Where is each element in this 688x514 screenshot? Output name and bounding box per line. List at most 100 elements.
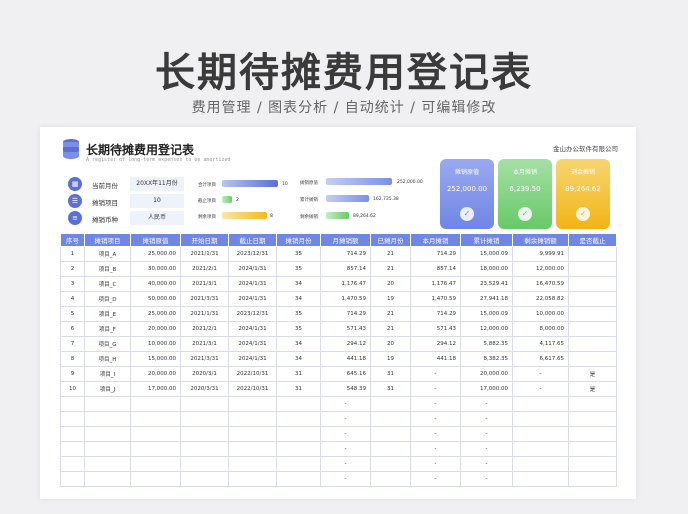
table-cell[interactable]: 3 (60, 276, 85, 292)
table-cell[interactable] (568, 276, 617, 292)
table-cell[interactable]: 2021/3/1 (180, 276, 229, 292)
table-cell[interactable]: 22,058.82 (512, 291, 569, 307)
table-cell[interactable]: 35 (276, 321, 321, 337)
table-cell[interactable]: 10,000.00 (130, 336, 181, 352)
table-cell[interactable]: 35 (276, 306, 321, 322)
table-cell[interactable] (568, 411, 617, 427)
count-value[interactable]: 10 (130, 194, 184, 208)
table-cell[interactable] (370, 411, 411, 427)
table-cell[interactable] (568, 336, 617, 352)
table-cell[interactable]: 2020/3/31 (180, 381, 229, 397)
table-cell[interactable]: 10 (60, 381, 85, 397)
table-cell[interactable] (276, 441, 321, 457)
table-cell[interactable] (568, 396, 617, 412)
table-cell[interactable]: 19 (370, 351, 411, 367)
table-cell[interactable]: 9,999.91 (512, 246, 569, 262)
table-cell[interactable] (180, 411, 229, 427)
table-cell[interactable]: 18,000.00 (460, 261, 513, 277)
table-cell[interactable]: - (320, 396, 371, 412)
table-cell[interactable]: 1,470.59 (320, 291, 371, 307)
table-cell[interactable] (276, 396, 321, 412)
table-cell[interactable]: 25,000.00 (130, 246, 181, 262)
table-cell[interactable]: 项目_D (84, 291, 131, 307)
table-cell[interactable]: 8,000.00 (512, 321, 569, 337)
table-cell[interactable]: 21 (370, 261, 411, 277)
column-header[interactable]: 开始日期 (180, 233, 229, 247)
table-cell[interactable]: 571.43 (320, 321, 371, 337)
table-cell[interactable] (60, 471, 85, 487)
table-cell[interactable]: 714.29 (410, 306, 461, 322)
table-cell[interactable] (512, 396, 569, 412)
table-cell[interactable]: 7 (60, 336, 85, 352)
column-header[interactable]: 是否截止 (568, 233, 617, 247)
table-cell[interactable]: 2022/10/31 (228, 381, 277, 397)
table-cell[interactable] (180, 456, 229, 472)
table-cell[interactable]: 31 (276, 381, 321, 397)
table-cell[interactable]: 857.14 (320, 261, 371, 277)
table-cell[interactable]: - (320, 456, 371, 472)
table-cell[interactable] (60, 396, 85, 412)
table-cell[interactable]: 1,470.59 (410, 291, 461, 307)
table-cell[interactable]: 4,117.65 (512, 336, 569, 352)
table-cell[interactable] (130, 471, 181, 487)
table-cell[interactable]: 项目_I (84, 366, 131, 382)
table-cell[interactable]: - (410, 366, 461, 382)
table-cell[interactable]: 15,000.09 (460, 246, 513, 262)
table-cell[interactable] (568, 306, 617, 322)
table-cell[interactable]: 项目_C (84, 276, 131, 292)
table-cell[interactable]: 294.12 (320, 336, 371, 352)
table-cell[interactable]: - (320, 426, 371, 442)
table-cell[interactable]: 9 (60, 366, 85, 382)
table-cell[interactable]: - (320, 411, 371, 427)
table-cell[interactable]: - (460, 456, 513, 472)
table-cell[interactable] (130, 426, 181, 442)
table-cell[interactable]: 645.16 (320, 366, 371, 382)
table-cell[interactable]: - (512, 366, 569, 382)
table-cell[interactable]: 是 (568, 381, 617, 397)
table-cell[interactable] (512, 456, 569, 472)
table-cell[interactable]: 20 (370, 336, 411, 352)
table-cell[interactable] (568, 441, 617, 457)
table-cell[interactable]: 2021/1/31 (180, 306, 229, 322)
table-cell[interactable]: 项目_E (84, 306, 131, 322)
table-cell[interactable] (370, 441, 411, 457)
table-cell[interactable]: 项目_B (84, 261, 131, 277)
table-cell[interactable] (228, 471, 277, 487)
table-cell[interactable]: 27,941.18 (460, 291, 513, 307)
table-cell[interactable]: - (460, 426, 513, 442)
table-cell[interactable]: 571.43 (410, 321, 461, 337)
table-cell[interactable]: 15,000.00 (130, 351, 181, 367)
table-cell[interactable]: 21 (370, 306, 411, 322)
table-cell[interactable]: - (410, 396, 461, 412)
table-cell[interactable]: 25,000.00 (130, 306, 181, 322)
table-cell[interactable] (228, 441, 277, 457)
table-cell[interactable]: - (460, 441, 513, 457)
table-cell[interactable]: 12,000.00 (460, 321, 513, 337)
table-cell[interactable] (130, 456, 181, 472)
table-cell[interactable]: 50,000.00 (130, 291, 181, 307)
table-cell[interactable] (568, 321, 617, 337)
table-cell[interactable]: 2021/2/1 (180, 261, 229, 277)
month-value[interactable]: 20XX年11月份 (130, 177, 184, 191)
column-header[interactable]: 累计摊销 (460, 233, 513, 247)
table-cell[interactable] (568, 426, 617, 442)
table-cell[interactable]: 16,470.59 (512, 276, 569, 292)
table-cell[interactable]: 34 (276, 276, 321, 292)
table-cell[interactable] (130, 396, 181, 412)
table-cell[interactable]: 项目_J (84, 381, 131, 397)
table-cell[interactable] (60, 426, 85, 442)
table-cell[interactable]: 1,176.47 (410, 276, 461, 292)
column-header[interactable]: 摊销项目 (84, 233, 131, 247)
table-cell[interactable]: - (512, 381, 569, 397)
table-cell[interactable] (276, 426, 321, 442)
table-cell[interactable]: - (410, 471, 461, 487)
table-cell[interactable]: - (320, 471, 371, 487)
table-cell[interactable]: 4 (60, 291, 85, 307)
table-cell[interactable]: 31 (370, 381, 411, 397)
table-cell[interactable]: 5 (60, 306, 85, 322)
table-cell[interactable] (568, 246, 617, 262)
table-cell[interactable]: - (460, 411, 513, 427)
table-cell[interactable]: 34 (276, 291, 321, 307)
table-cell[interactable]: 6 (60, 321, 85, 337)
table-cell[interactable] (180, 471, 229, 487)
